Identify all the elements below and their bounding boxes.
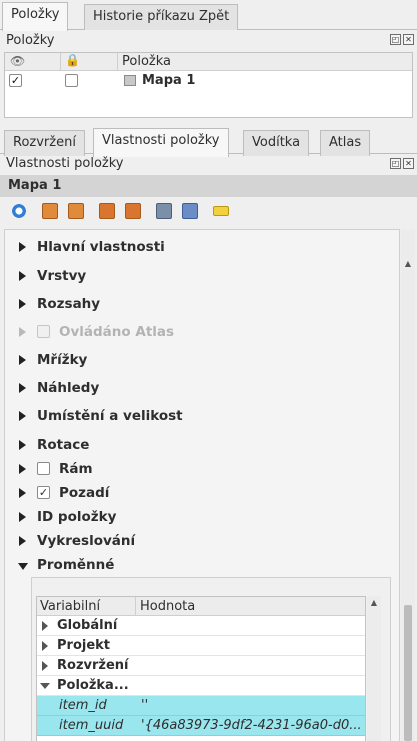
expand-icon[interactable] xyxy=(19,299,26,309)
tab-undo-history[interactable]: Historie příkazu Zpět xyxy=(84,4,239,30)
top-tab-bar: Položky Historie příkazu Zpět xyxy=(0,0,417,31)
items-table-header: 👁 🔒 Položka xyxy=(5,53,412,71)
items-dock-buttons: ◰ ✕ xyxy=(390,34,414,45)
view-scale-icon[interactable] xyxy=(125,203,141,219)
tab-layout[interactable]: Rozvržení xyxy=(4,130,85,156)
label-settings-icon[interactable] xyxy=(213,206,229,216)
expand-icon[interactable] xyxy=(19,512,26,522)
expand-icon[interactable] xyxy=(42,661,48,671)
list-item[interactable]: Globální xyxy=(37,616,365,636)
column-header-item[interactable]: Položka xyxy=(122,54,171,69)
close-icon[interactable]: ✕ xyxy=(403,34,414,45)
collapse-icon[interactable] xyxy=(18,563,28,570)
map-item-icon xyxy=(124,75,136,86)
variable-name: item_id xyxy=(59,698,107,713)
group-rendering[interactable]: Vykreslování xyxy=(5,531,399,553)
group-grids[interactable]: Mřížky xyxy=(5,350,399,372)
properties-tab-bar: Rozvržení Vlastnosti položky Vodítka Atl… xyxy=(0,126,417,157)
expand-icon[interactable] xyxy=(19,271,26,281)
list-item[interactable]: Položka... xyxy=(37,676,365,696)
table-row[interactable]: ✓ Mapa 1 xyxy=(5,71,412,91)
collapse-icon[interactable] xyxy=(40,683,50,689)
expand-icon[interactable] xyxy=(19,464,26,474)
map-toolbar xyxy=(0,198,417,224)
refresh-icon[interactable] xyxy=(11,203,27,219)
view-extent-icon[interactable] xyxy=(68,203,84,219)
scroll-up-icon[interactable]: ▲ xyxy=(403,259,413,268)
expand-icon xyxy=(19,327,26,337)
list-item[interactable]: Projekt xyxy=(37,636,365,656)
variable-value[interactable]: '{46a83973-9df2-4231-96a0-d0... xyxy=(141,718,362,733)
lock-checkbox[interactable] xyxy=(65,74,78,87)
variables-scrollbar[interactable]: ▲ xyxy=(367,596,381,741)
expand-icon[interactable] xyxy=(19,355,26,365)
group-variables[interactable]: Proměnné xyxy=(5,555,399,577)
expand-icon[interactable] xyxy=(19,536,26,546)
column-header-variable[interactable]: Variabilní xyxy=(40,599,100,614)
eye-icon[interactable]: 👁 xyxy=(10,54,25,68)
atlas-checkbox xyxy=(37,325,50,338)
group-rotation[interactable]: Rotace xyxy=(5,435,399,457)
tab-guides[interactable]: Vodítka xyxy=(243,130,310,156)
group-layers[interactable]: Vrstvy xyxy=(5,266,399,288)
variables-box: Variabilní Hodnota Globální Projekt Rozv… xyxy=(31,577,391,741)
item-header-title: Mapa 1 xyxy=(8,178,62,193)
tab-items[interactable]: Položky xyxy=(2,2,69,31)
items-dock-title: Položky xyxy=(6,33,55,48)
float-icon[interactable]: ◰ xyxy=(390,158,401,169)
expand-icon[interactable] xyxy=(19,411,26,421)
float-icon[interactable]: ◰ xyxy=(390,34,401,45)
expand-icon[interactable] xyxy=(42,641,48,651)
table-row[interactable]: item_id '' xyxy=(37,696,365,716)
expand-icon[interactable] xyxy=(19,383,26,393)
variables-table-header: Variabilní Hodnota xyxy=(37,597,365,616)
group-background[interactable]: ✓ Pozadí xyxy=(5,483,399,505)
tab-atlas[interactable]: Atlas xyxy=(320,130,371,156)
expand-icon[interactable] xyxy=(19,488,26,498)
expand-icon[interactable] xyxy=(42,621,48,631)
lock-icon[interactable]: 🔒 xyxy=(65,53,80,67)
bookmarks-icon[interactable] xyxy=(156,203,172,219)
close-icon[interactable]: ✕ xyxy=(403,158,414,169)
set-scale-icon[interactable] xyxy=(99,203,115,219)
move-content-icon[interactable] xyxy=(182,203,198,219)
group-main-properties[interactable]: Hlavní vlastnosti xyxy=(5,237,399,259)
group-overviews[interactable]: Náhledy xyxy=(5,378,399,400)
item-header: Mapa 1 xyxy=(0,175,417,197)
frame-checkbox[interactable] xyxy=(37,462,50,475)
table-row[interactable]: item_uuid '{46a83973-9df2-4231-96a0-d0..… xyxy=(37,716,365,736)
expand-icon[interactable] xyxy=(19,242,26,252)
item-name[interactable]: Mapa 1 xyxy=(142,73,195,88)
scrollbar-thumb[interactable] xyxy=(404,605,412,741)
variable-value[interactable]: '' xyxy=(141,698,148,713)
properties-scrollbar[interactable]: ▲ xyxy=(401,229,415,741)
group-item-id[interactable]: ID položky xyxy=(5,507,399,529)
background-checkbox[interactable]: ✓ xyxy=(37,486,50,499)
set-extent-icon[interactable] xyxy=(42,203,58,219)
variable-name: item_uuid xyxy=(59,718,124,733)
variables-table: Variabilní Hodnota Globální Projekt Rozv… xyxy=(36,596,366,741)
column-header-value[interactable]: Hodnota xyxy=(140,599,195,614)
scroll-up-icon[interactable]: ▲ xyxy=(369,598,379,607)
properties-dock-title: Vlastnosti položky xyxy=(6,156,124,171)
group-atlas-controlled: Ovládáno Atlas xyxy=(5,322,399,344)
group-extents[interactable]: Rozsahy xyxy=(5,294,399,316)
properties-panel: Hlavní vlastnosti Vrstvy Rozsahy Ovládán… xyxy=(4,229,400,741)
visibility-checkbox[interactable]: ✓ xyxy=(9,74,22,87)
tab-item-properties[interactable]: Vlastnosti položky xyxy=(93,128,229,157)
group-frame[interactable]: Rám xyxy=(5,459,399,481)
list-item[interactable]: Rozvržení xyxy=(37,656,365,676)
properties-dock-buttons: ◰ ✕ xyxy=(390,158,414,169)
group-position-size[interactable]: Umístění a velikost xyxy=(5,406,399,428)
items-table: 👁 🔒 Položka ✓ Mapa 1 xyxy=(4,52,413,118)
expand-icon[interactable] xyxy=(19,440,26,450)
